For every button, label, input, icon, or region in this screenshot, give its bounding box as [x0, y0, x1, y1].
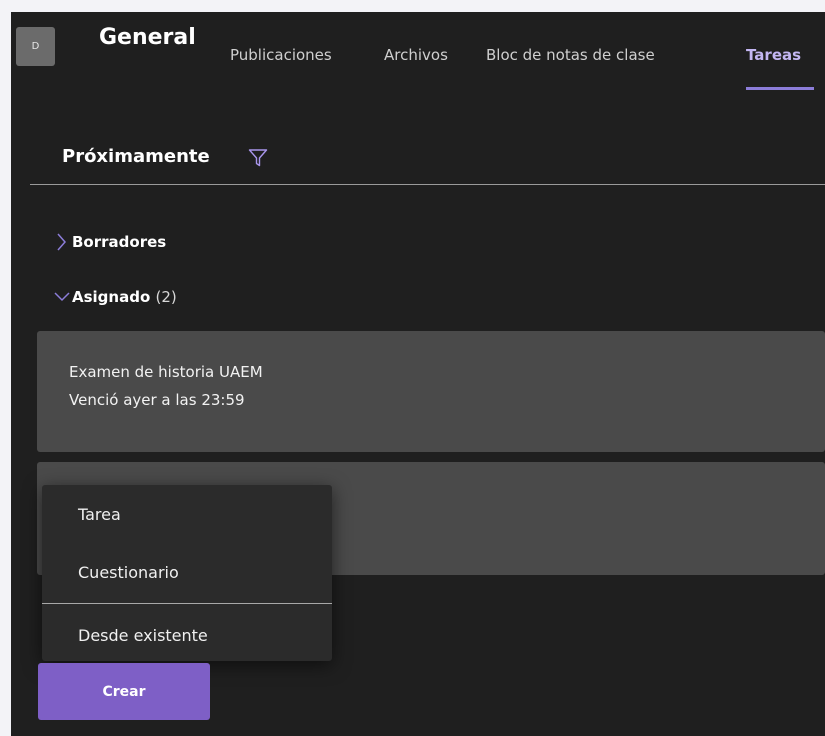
group-label: Asignado (2) — [72, 288, 177, 306]
create-button[interactable]: Crear — [38, 663, 210, 720]
chevron-down-icon — [54, 292, 70, 302]
section-title: Próximamente — [62, 146, 210, 167]
active-tab-indicator — [746, 87, 814, 90]
group-count: (2) — [155, 288, 177, 306]
group-label: Borradores — [72, 233, 167, 251]
channel-name: General — [99, 25, 196, 50]
section-divider — [30, 184, 825, 185]
group-label-text: Asignado — [72, 288, 151, 306]
menu-divider — [42, 603, 332, 604]
filter-icon[interactable] — [248, 148, 268, 168]
assignment-card[interactable]: Examen de historia UAEM Venció ayer a la… — [37, 331, 825, 452]
tab-archivos[interactable]: Archivos — [384, 46, 448, 64]
team-avatar[interactable]: D — [16, 27, 55, 66]
chevron-right-icon — [57, 233, 66, 251]
menu-item-label: Desde existente — [78, 626, 208, 645]
menu-item-cuestionario[interactable]: Cuestionario — [42, 549, 332, 595]
create-menu: Tarea Cuestionario Desde existente — [42, 485, 332, 661]
channel-header: D General Publicaciones Archivos Bloc de… — [11, 12, 825, 90]
menu-item-tarea[interactable]: Tarea — [42, 491, 332, 537]
group-borradores[interactable]: Borradores — [54, 231, 214, 255]
assignment-title: Examen de historia UAEM — [69, 363, 263, 381]
menu-item-desde-existente[interactable]: Desde existente — [42, 612, 332, 658]
group-asignado[interactable]: Asignado (2) — [54, 286, 234, 310]
menu-item-label: Tarea — [78, 505, 121, 524]
tab-publicaciones[interactable]: Publicaciones — [230, 46, 332, 64]
assignment-due-date: Venció ayer a las 23:59 — [69, 391, 245, 409]
menu-item-label: Cuestionario — [78, 563, 179, 582]
teams-window: D General Publicaciones Archivos Bloc de… — [11, 12, 825, 736]
tab-bloc-de-notas[interactable]: Bloc de notas de clase — [486, 46, 655, 64]
tab-tareas[interactable]: Tareas — [746, 46, 801, 64]
